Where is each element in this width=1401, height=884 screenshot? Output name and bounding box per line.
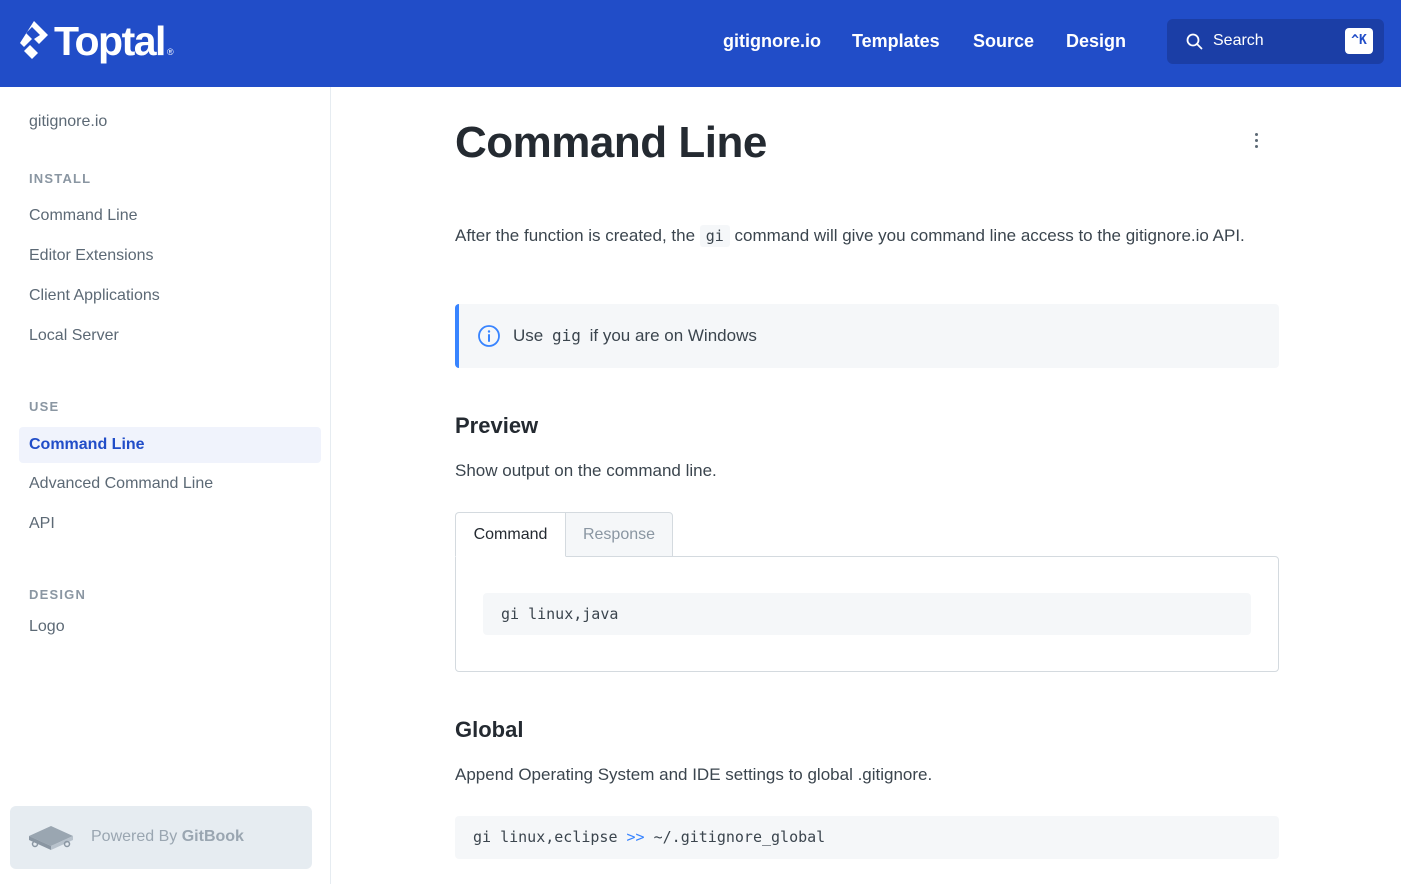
inline-code-gi: gi bbox=[699, 225, 730, 247]
preview-description: Show output on the command line. bbox=[455, 461, 717, 480]
powered-by-text: Powered By GitBook bbox=[91, 828, 244, 845]
sidebar-item-logo[interactable]: Logo bbox=[19, 609, 321, 645]
info-hint-callout: Use gig if you are on Windows bbox=[455, 304, 1279, 368]
search-icon bbox=[1186, 33, 1203, 50]
search-shortcut-badge: ^K bbox=[1345, 28, 1373, 54]
tab-response[interactable]: Response bbox=[565, 512, 673, 557]
global-heading: Global bbox=[455, 717, 524, 742]
main-content: Command Line After the function is creat… bbox=[331, 87, 1401, 884]
hint-text: Use gig if you are on Windows bbox=[513, 326, 757, 345]
preview-heading: Preview bbox=[455, 413, 539, 438]
global-description: Append Operating System and IDE settings… bbox=[455, 765, 933, 784]
nav-source[interactable]: Source bbox=[973, 29, 1034, 53]
sidebar-item-local-server[interactable]: Local Server bbox=[19, 318, 321, 354]
search-box[interactable]: Search ^K bbox=[1167, 19, 1384, 64]
sidebar-item-use-command-line[interactable]: Command Line bbox=[19, 427, 321, 463]
tab-command[interactable]: Command bbox=[455, 512, 566, 557]
nav-gitignore-io[interactable]: gitignore.io bbox=[723, 29, 821, 53]
more-options-icon[interactable] bbox=[1244, 129, 1268, 153]
info-icon bbox=[478, 325, 500, 347]
sidebar-item-api[interactable]: API bbox=[19, 506, 321, 542]
sidebar-item-install-command-line[interactable]: Command Line bbox=[19, 198, 321, 234]
page-title: Command Line bbox=[455, 118, 767, 167]
sidebar-section-use: USE bbox=[29, 399, 60, 414]
search-placeholder: Search bbox=[1213, 32, 1264, 49]
nav-templates[interactable]: Templates bbox=[852, 29, 940, 53]
preview-code-block: gi linux,java bbox=[483, 593, 1251, 635]
global-code-block: gi linux,eclipse >> ~/.gitignore_global bbox=[455, 816, 1279, 859]
sidebar-item-gitignore-io[interactable]: gitignore.io bbox=[19, 104, 321, 140]
gitbook-icon bbox=[29, 826, 73, 850]
registered-mark: ® bbox=[166, 47, 174, 57]
sidebar-section-design: DESIGN bbox=[29, 587, 87, 602]
sidebar-item-client-applications[interactable]: Client Applications bbox=[19, 278, 321, 314]
sidebar-section-install: INSTALL bbox=[29, 171, 92, 186]
sidebar: gitignore.io INSTALL Command Line Editor… bbox=[0, 87, 331, 884]
sidebar-item-advanced-command-line[interactable]: Advanced Command Line bbox=[19, 466, 321, 502]
powered-by-gitbook-link[interactable]: Powered By GitBook bbox=[10, 806, 312, 869]
logo-text: Toptal bbox=[54, 18, 166, 64]
nav-design[interactable]: Design bbox=[1066, 29, 1126, 53]
sidebar-item-editor-extensions[interactable]: Editor Extensions bbox=[19, 238, 321, 274]
toptal-logo-icon bbox=[20, 21, 48, 59]
inline-code-gig: gig bbox=[551, 326, 581, 345]
intro-paragraph: After the function is created, the gi co… bbox=[455, 225, 1245, 247]
toptal-logo[interactable]: Toptal ® bbox=[20, 18, 174, 64]
tab-panel-command: gi linux,java bbox=[455, 556, 1279, 672]
top-header: Toptal ® gitignore.io Templates Source D… bbox=[0, 0, 1401, 87]
